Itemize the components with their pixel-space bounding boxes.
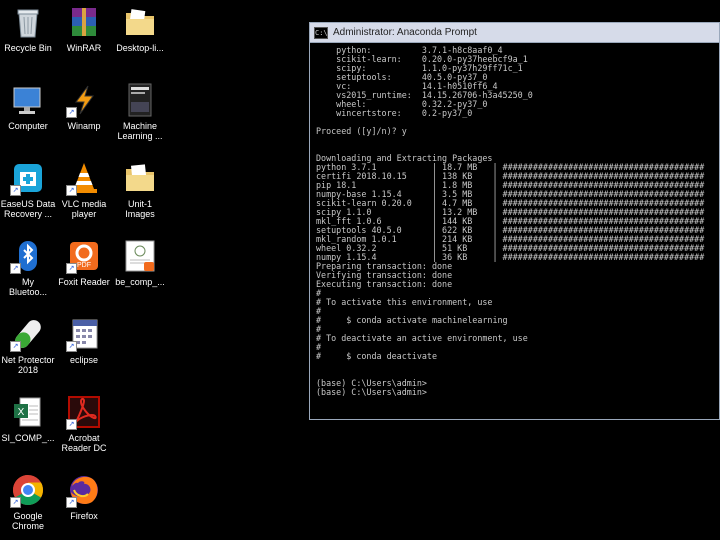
chrome-icon: ↗	[10, 472, 46, 508]
icon-label: eclipse	[69, 355, 98, 365]
foxit-reader-icon: PDF ↗	[66, 238, 102, 274]
window-titlebar[interactable]: C:\ Administrator: Anaconda Prompt	[310, 23, 719, 43]
net-protector-desktop-icon[interactable]: ↗ Net Protector 2018	[0, 316, 56, 375]
icon-label: My Bluetoo...	[8, 277, 48, 297]
console-line: # $ conda activate machinelearning	[316, 315, 508, 325]
winrar-desktop-icon[interactable]: WinRAR	[56, 4, 112, 53]
shortcut-arrow-icon: ↗	[10, 497, 21, 508]
console-line: (base) C:\Users\admin>	[316, 387, 427, 397]
recycle-bin-desktop-icon[interactable]: Recycle Bin	[0, 4, 56, 53]
icon-label: Acrobat Reader DC	[61, 433, 107, 453]
shortcut-arrow-icon: ↗	[66, 341, 77, 352]
icon-label: Firefox	[70, 511, 98, 521]
document-thumbnail-icon	[122, 238, 158, 274]
unit-1-images-folder-icon[interactable]: Unit-1 Images	[112, 160, 168, 219]
be-comp-file-icon[interactable]: be_comp_...	[112, 238, 168, 287]
anaconda-prompt-window[interactable]: C:\ Administrator: Anaconda Prompt pytho…	[309, 22, 720, 420]
easeus-icon: ↗	[10, 160, 46, 196]
window-title: Administrator: Anaconda Prompt	[333, 27, 477, 38]
shortcut-arrow-icon: ↗	[66, 107, 77, 118]
computer-desktop-icon[interactable]: Computer	[0, 82, 56, 131]
console-line: # $ conda deactivate	[316, 351, 438, 361]
si-comp-desktop-icon[interactable]: X SI_COMP_...	[0, 394, 56, 443]
vlc-cone-icon: ↗	[66, 160, 102, 196]
bluetooth-desktop-icon[interactable]: ↗ My Bluetoo...	[0, 238, 56, 297]
desktop-li-folder-icon[interactable]: Desktop-li...	[112, 4, 168, 53]
bluetooth-icon: ↗	[10, 238, 46, 274]
shortcut-arrow-icon: ↗	[66, 185, 77, 196]
icon-label: SI_COMP_...	[1, 433, 55, 443]
machine-learning-book-icon[interactable]: Machine Learning ...	[112, 82, 168, 141]
console-line: Executing transaction: done	[316, 279, 453, 289]
chrome-desktop-icon[interactable]: ↗ Google Chrome	[0, 472, 56, 531]
shortcut-arrow-icon: ↗	[66, 497, 77, 508]
recycle-bin-icon	[10, 4, 46, 40]
console-line: Proceed ([y]/n)? y	[316, 126, 407, 136]
acrobat-desktop-icon[interactable]: ↗ Acrobat Reader DC	[56, 394, 112, 453]
icon-label: Foxit Reader	[58, 277, 110, 287]
svg-text:PDF: PDF	[77, 262, 91, 269]
eclipse-desktop-icon[interactable]: ↗ eclipse	[56, 316, 112, 365]
shortcut-arrow-icon: ↗	[66, 263, 77, 274]
folder-icon	[122, 4, 158, 40]
excel-file-icon: X	[10, 394, 46, 430]
shortcut-arrow-icon: ↗	[10, 185, 21, 196]
easeus-desktop-icon[interactable]: ↗ EaseUS Data Recovery ...	[0, 160, 56, 219]
icon-label: WinRAR	[66, 43, 102, 53]
winamp-icon: ↗	[66, 82, 102, 118]
icon-label: Unit-1 Images	[125, 199, 155, 219]
svg-text:X: X	[18, 407, 25, 418]
icon-label: be_comp_...	[115, 277, 165, 287]
icon-label: Machine Learning ...	[117, 121, 163, 141]
icon-label: EaseUS Data Recovery ...	[0, 199, 56, 219]
icon-label: Net Protector 2018	[1, 355, 55, 375]
console-output[interactable]: python: 3.7.1-h8c8aaf0_4 scikit-learn: 0…	[310, 43, 719, 419]
book-cover-icon	[122, 82, 158, 118]
icon-label: Winamp	[67, 121, 101, 131]
shortcut-arrow-icon: ↗	[66, 419, 77, 430]
icon-label: Recycle Bin	[4, 43, 52, 53]
firefox-icon: ↗	[66, 472, 102, 508]
icon-label: Computer	[8, 121, 48, 131]
console-line: wincertstore: 0.2-py37_0	[316, 108, 473, 118]
acrobat-icon: ↗	[66, 394, 102, 430]
shortcut-arrow-icon: ↗	[10, 263, 21, 274]
icon-label: Google Chrome	[11, 511, 44, 531]
winamp-desktop-icon[interactable]: ↗ Winamp	[56, 82, 112, 131]
vlc-desktop-icon[interactable]: ↗ VLC media player	[56, 160, 112, 219]
winrar-icon	[66, 4, 102, 40]
console-line: # To activate this environment, use	[316, 297, 493, 307]
folder-icon	[122, 160, 158, 196]
eclipse-icon: ↗	[66, 316, 102, 352]
icon-label: VLC media player	[61, 199, 107, 219]
terminal-icon: C:\	[314, 26, 328, 39]
icon-label: Desktop-li...	[116, 43, 164, 53]
net-protector-icon: ↗	[10, 316, 46, 352]
computer-icon	[10, 82, 46, 118]
shortcut-arrow-icon: ↗	[10, 341, 21, 352]
console-line: # To deactivate an active environment, u…	[316, 333, 528, 343]
foxit-reader-desktop-icon[interactable]: PDF ↗ Foxit Reader	[56, 238, 112, 287]
firefox-desktop-icon[interactable]: ↗ Firefox	[56, 472, 112, 521]
